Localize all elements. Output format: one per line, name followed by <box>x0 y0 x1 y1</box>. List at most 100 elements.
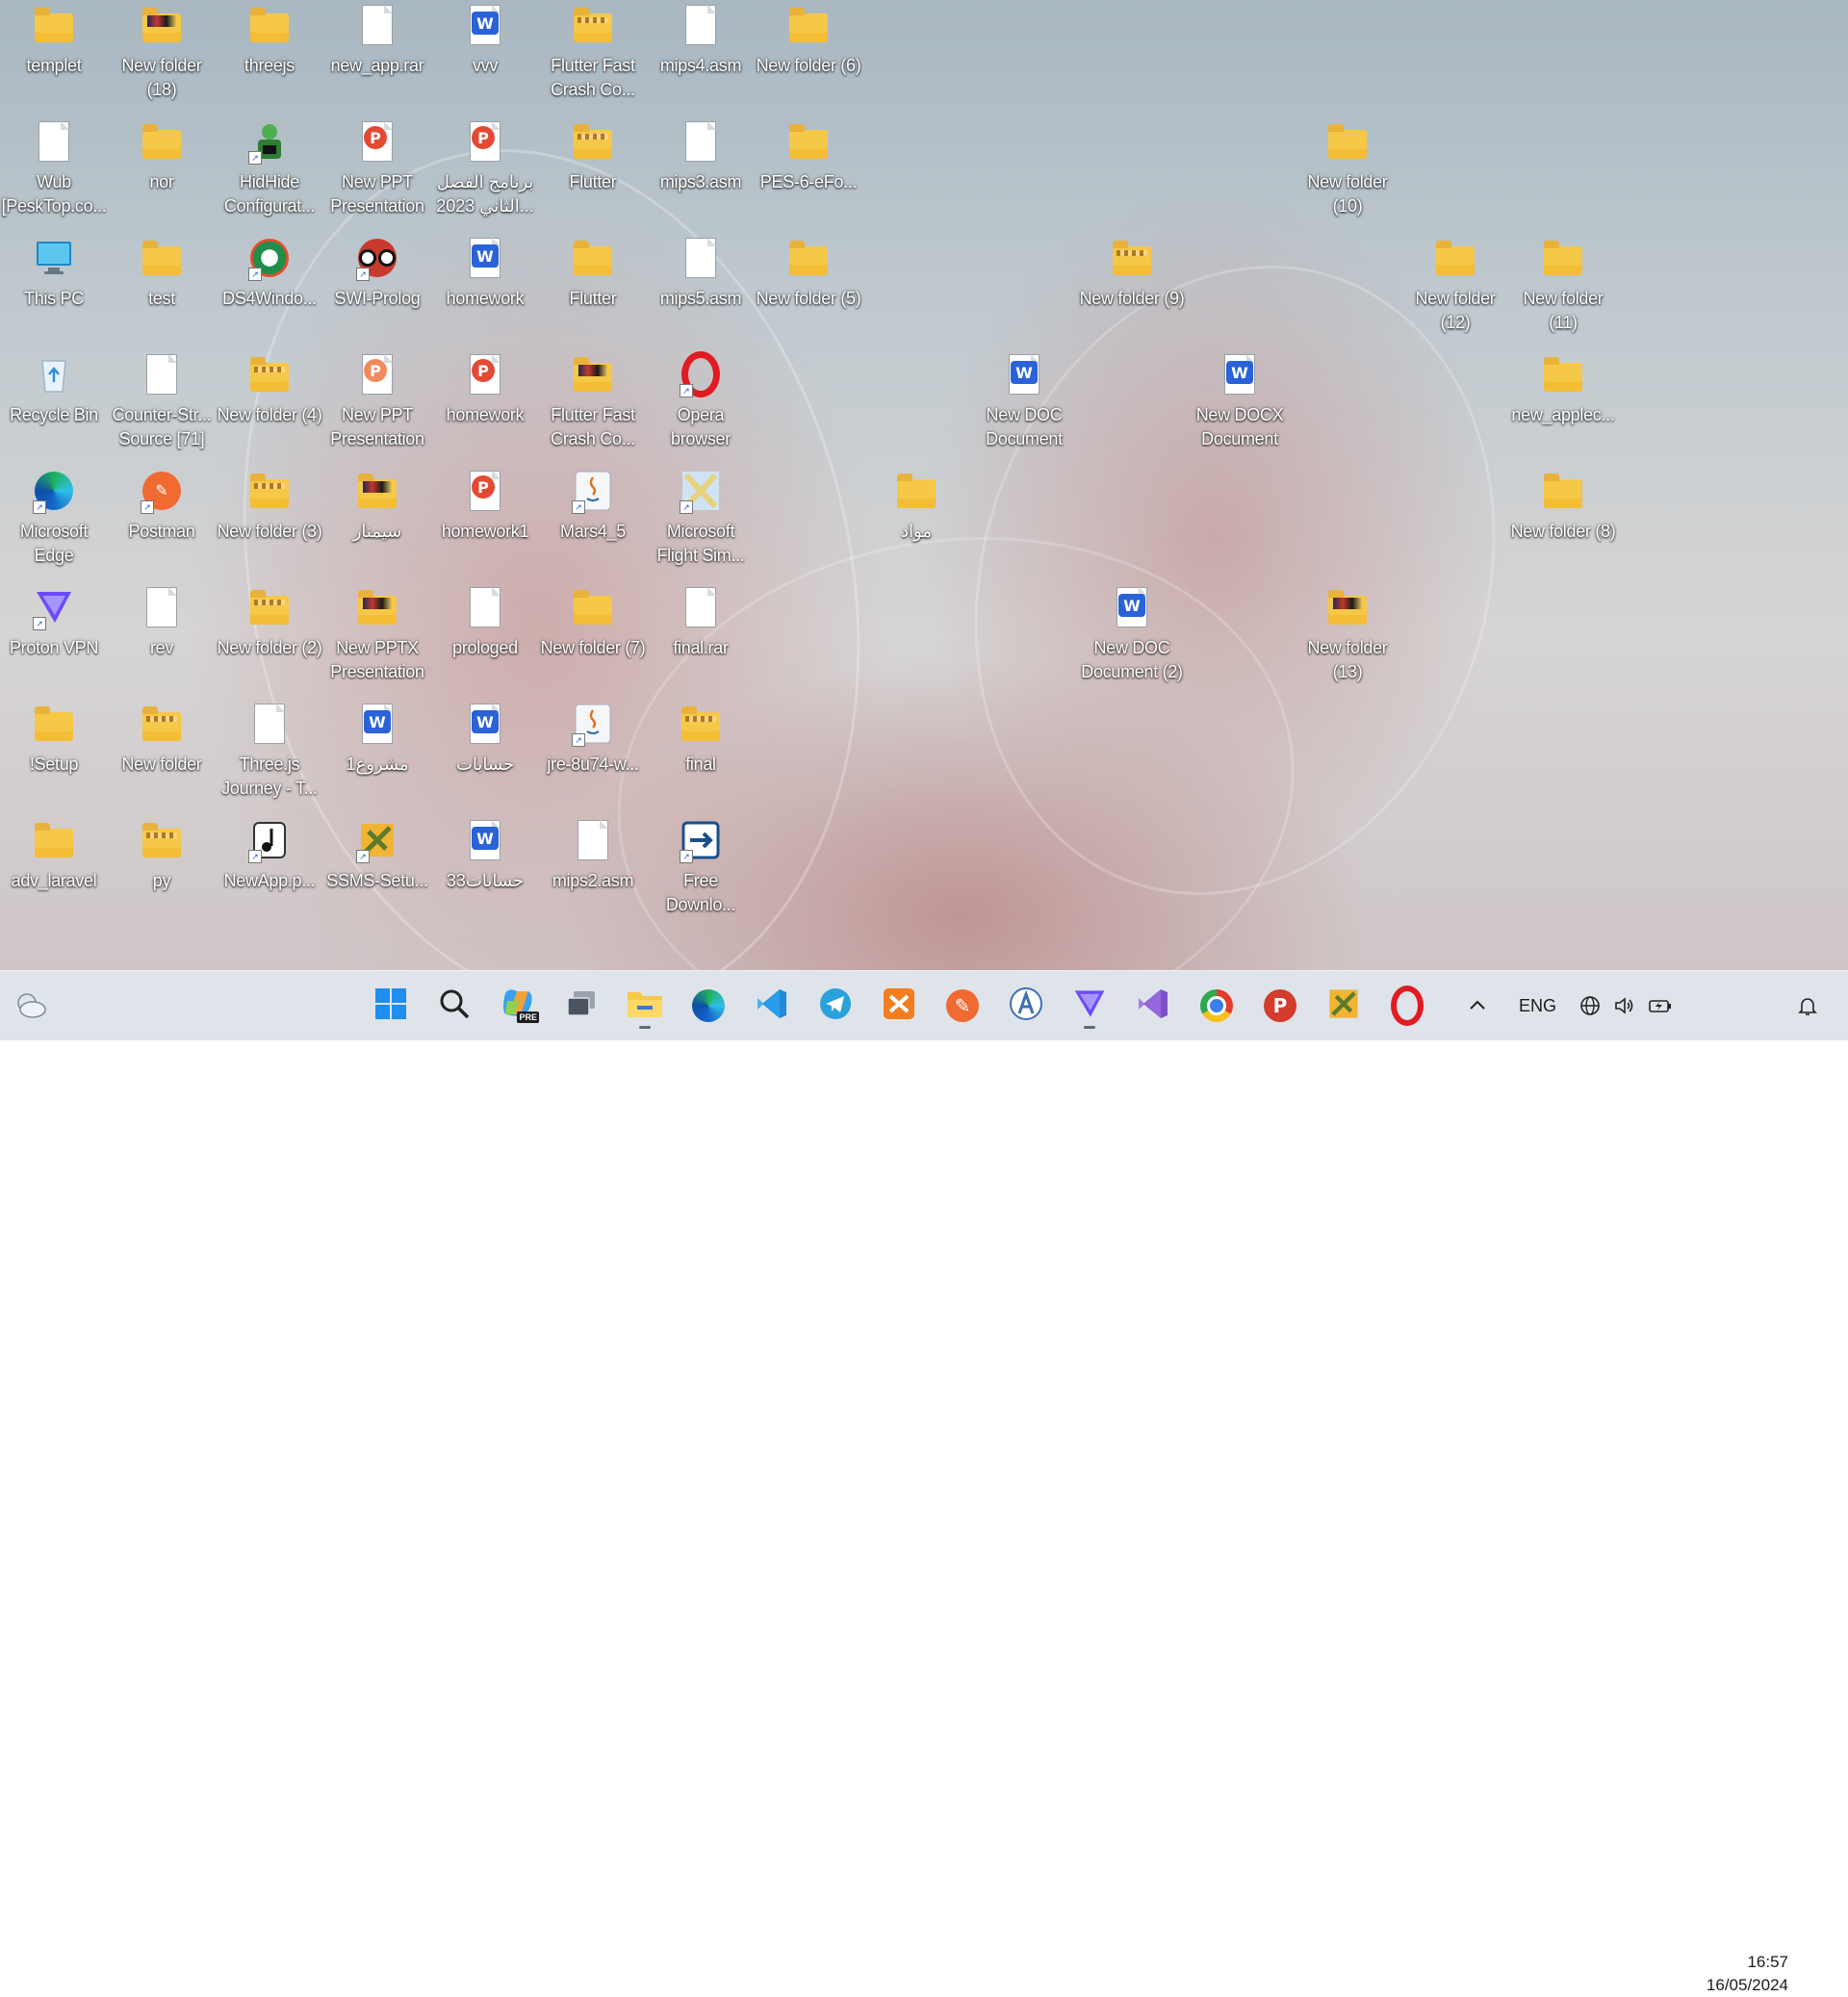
visual-studio-button[interactable] <box>1130 983 1176 1029</box>
desktop-icon[interactable]: ↗ Opera browser <box>647 351 755 451</box>
network-icon[interactable] <box>1578 971 1602 1040</box>
xampp-button[interactable] <box>876 983 922 1029</box>
battery-icon[interactable] <box>1648 971 1673 1040</box>
desktop-icon[interactable]: ↗ SSMS-Setu... <box>323 817 431 893</box>
desktop-icon[interactable]: Phomework1 <box>431 468 539 544</box>
desktop-icon[interactable]: nor <box>108 118 216 194</box>
desktop-icon[interactable]: ✎ ↗ Postman <box>108 468 216 544</box>
vscode-button[interactable] <box>749 983 795 1029</box>
desktop-icon[interactable]: Recycle Bin <box>0 351 108 427</box>
show-hidden-icons-button[interactable] <box>1467 971 1488 1040</box>
desktop-icon[interactable]: Flutter <box>539 118 647 194</box>
desktop-icon[interactable]: PES-6-eFo... <box>755 118 862 194</box>
chrome-button[interactable] <box>1194 983 1240 1029</box>
desktop-icon[interactable]: New folder (10) <box>1294 118 1401 218</box>
desktop-icon[interactable]: Flutter <box>539 235 647 311</box>
desktop-icon[interactable]: P New PPT Presentation <box>323 351 431 451</box>
desktop-icon[interactable]: ↗ Free Downlo... <box>647 817 755 917</box>
desktop-icon[interactable]: W حسابات <box>431 701 539 777</box>
desktop-icon[interactable]: P New PPT Presentation <box>323 118 431 218</box>
weather-widget[interactable] <box>8 983 54 1029</box>
desktop-icon[interactable]: Whomework <box>431 235 539 311</box>
desktop-icon[interactable]: W 33حسابات <box>431 817 539 893</box>
notifications-button[interactable] <box>1796 971 1819 1040</box>
desktop-icon[interactable]: ↗ SWI-Prolog <box>323 235 431 311</box>
desktop-icon[interactable]: ↗ Microsoft Edge <box>0 468 108 568</box>
desktop-icon[interactable]: New PPTX Presentation <box>323 584 431 684</box>
desktop-icon[interactable]: py <box>108 817 216 893</box>
word-document-icon: W <box>462 701 508 747</box>
desktop-icon[interactable]: Flutter Fast Crash Co... <box>539 351 647 451</box>
edge-button[interactable] <box>685 983 732 1029</box>
search-button[interactable] <box>431 983 477 1029</box>
desktop-icon[interactable]: مواد <box>862 468 970 544</box>
postman-button[interactable]: ✎ <box>939 983 986 1029</box>
desktop-icon[interactable]: prologed <box>431 584 539 660</box>
desktop-icon[interactable]: ↗ Microsoft Flight Sim... <box>647 468 755 568</box>
powerpoint-button[interactable]: P <box>1257 983 1303 1029</box>
desktop-icon[interactable]: New folder (9) <box>1078 235 1186 311</box>
desktop-icon[interactable]: templet <box>0 2 108 78</box>
copilot-button[interactable]: PRE <box>495 983 541 1029</box>
desktop-icon[interactable]: mips5.asm <box>647 235 755 311</box>
desktop-icon[interactable]: W New DOC Document <box>970 351 1078 451</box>
desktop-icon[interactable]: ↗ HidHide Configurat... <box>216 118 323 218</box>
telegram-button[interactable] <box>812 983 859 1029</box>
desktop-icon[interactable]: New folder (4) <box>216 351 323 427</box>
desktop-icon[interactable]: ↗ NewApp.p... <box>216 817 323 893</box>
desktop-icon[interactable]: New folder (18) <box>108 2 216 102</box>
proton-vpn-button[interactable] <box>1066 983 1113 1029</box>
desktop-icon[interactable]: New folder (6) <box>755 2 862 78</box>
android-studio-button[interactable] <box>1003 983 1049 1029</box>
desktop-icon[interactable]: rev <box>108 584 216 660</box>
desktop-icon[interactable]: Counter-Str... Source [71] <box>108 351 216 451</box>
desktop-icon[interactable]: new_applec... <box>1509 351 1617 427</box>
desktop-icon[interactable]: سيمنار <box>323 468 431 544</box>
desktop-icon[interactable]: W New DOC Document (2) <box>1078 584 1186 684</box>
shortcut-arrow-icon: ↗ <box>356 268 370 281</box>
desktop-icon[interactable]: threejs <box>216 2 323 78</box>
volume-icon[interactable] <box>1613 971 1636 1040</box>
file-explorer-button[interactable] <box>622 983 668 1029</box>
desktop-icon[interactable]: adv_laravel <box>0 817 108 893</box>
start-button[interactable] <box>368 983 414 1029</box>
desktop-icon[interactable]: final.rar <box>647 584 755 660</box>
desktop-icon[interactable]: New folder (11) <box>1509 235 1617 335</box>
desktop-icon-label: mips4.asm <box>659 56 742 75</box>
desktop-icon[interactable]: test <box>108 235 216 311</box>
desktop-icon[interactable]: Three.js Journey - T... <box>216 701 323 801</box>
desktop-icon[interactable]: W New DOCX Document <box>1186 351 1294 451</box>
desktop-icon[interactable]: ↗ DS4Windo... <box>216 235 323 311</box>
desktop-icon[interactable]: mips2.asm <box>539 817 647 893</box>
desktop-icon[interactable]: New folder (3) <box>216 468 323 544</box>
desktop-icon[interactable]: New folder (8) <box>1509 468 1617 544</box>
desktop-icon[interactable]: Phomework <box>431 351 539 427</box>
desktop-icon[interactable]: final <box>647 701 755 777</box>
desktop-icon-label: New folder (6) <box>756 56 861 75</box>
desktop-icon[interactable]: mips3.asm <box>647 118 755 194</box>
clock[interactable]: 16:57 16/05/2024 <box>1707 1951 1788 1997</box>
desktop-icon-label: mips3.asm <box>659 172 742 192</box>
desktop-icon[interactable]: P برنامج الفصل الثاني 2023... <box>431 118 539 218</box>
desktop-icon[interactable]: ↗ Mars4_5 <box>539 468 647 544</box>
desktop-icon[interactable]: New folder (7) <box>539 584 647 660</box>
desktop-icon[interactable]: New folder (12) <box>1401 235 1509 335</box>
desktop-icon[interactable]: Wvvv <box>431 2 539 78</box>
desktop-icon[interactable]: New folder (13) <box>1294 584 1401 684</box>
desktop-icon[interactable]: New folder <box>108 701 216 777</box>
task-view-button[interactable] <box>558 983 604 1029</box>
desktop-icon[interactable]: !Setup <box>0 701 108 777</box>
desktop-icon[interactable]: ↗ Proton VPN <box>0 584 108 660</box>
desktop-icon[interactable]: This PC <box>0 235 108 311</box>
language-indicator[interactable]: ENG <box>1519 971 1556 1040</box>
desktop-icon[interactable]: ↗ jre-8u74-w... <box>539 701 647 777</box>
ssms-button[interactable] <box>1321 983 1367 1029</box>
desktop-icon[interactable]: New folder (5) <box>755 235 862 311</box>
desktop-icon[interactable]: New folder (2) <box>216 584 323 660</box>
desktop-icon[interactable]: Flutter Fast Crash Co... <box>539 2 647 102</box>
desktop-icon[interactable]: mips4.asm <box>647 2 755 78</box>
desktop-icon[interactable]: W مشروع1 <box>323 701 431 777</box>
desktop-icon[interactable]: Wub [PeskTop.co... <box>0 118 108 218</box>
opera-button[interactable] <box>1384 983 1430 1029</box>
desktop-icon[interactable]: new_app.rar <box>323 2 431 78</box>
